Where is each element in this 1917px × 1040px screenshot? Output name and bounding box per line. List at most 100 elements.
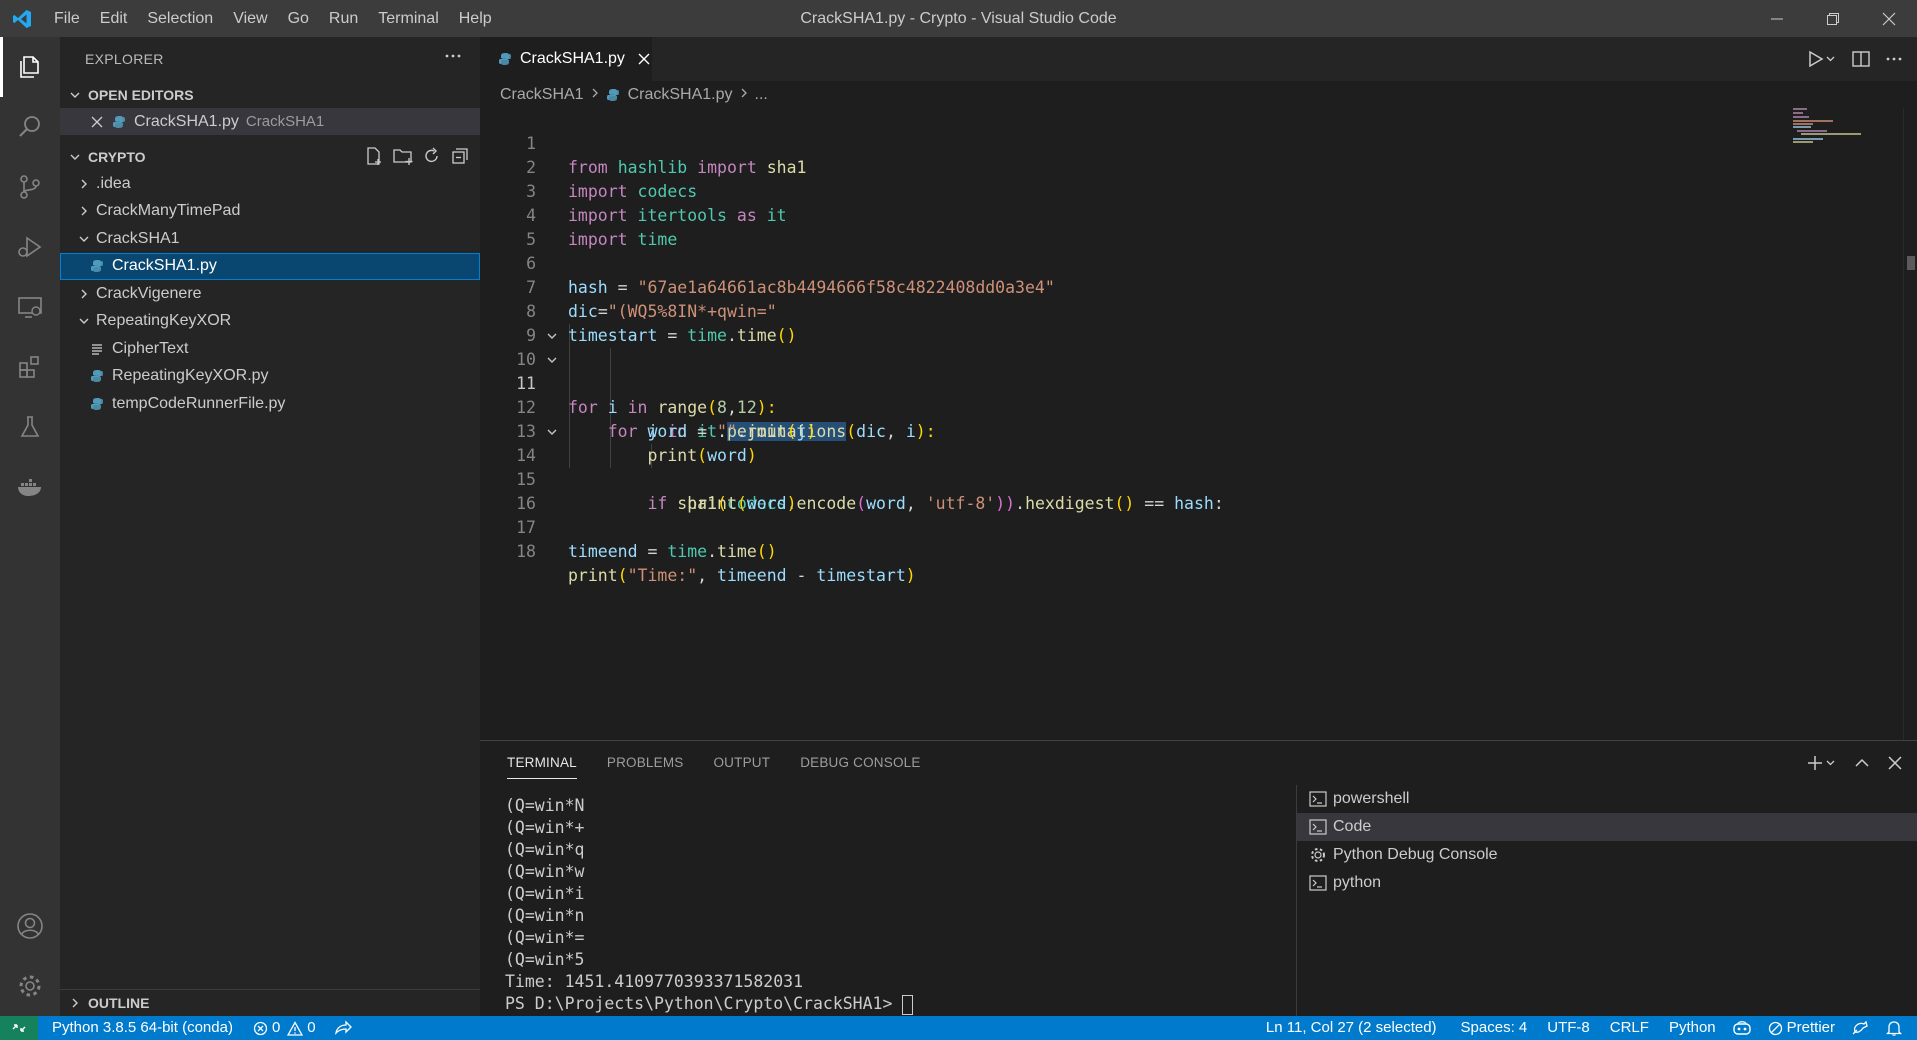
token: print	[568, 566, 618, 585]
activity-source-control[interactable]	[0, 157, 60, 217]
tree-file-repeatingkeyxor-py[interactable]: RepeatingKeyXOR.py	[60, 363, 480, 391]
activity-testing[interactable]	[0, 397, 60, 457]
live-share-icon	[334, 1020, 352, 1035]
tree-file-cracksha1-py[interactable]: CrackSHA1.py	[60, 252, 480, 280]
tab-output[interactable]: OUTPUT	[713, 741, 770, 785]
collapse-all-icon[interactable]	[450, 146, 470, 169]
more-actions-icon[interactable]	[444, 47, 462, 68]
close-icon[interactable]	[90, 115, 104, 129]
tree-folder-crackvigenere[interactable]: CrackVigenere	[60, 280, 480, 308]
line-number: 18	[516, 542, 536, 561]
terminal-prompt: PS D:\Projects\Python\Crypto\CrackSHA1>	[505, 994, 903, 1013]
menu-edit[interactable]: Edit	[90, 0, 138, 37]
breadcrumb-more[interactable]: ...	[755, 86, 768, 104]
activity-accounts[interactable]	[0, 896, 60, 956]
tab-terminal[interactable]: TERMINAL	[507, 741, 577, 785]
refresh-icon[interactable]	[422, 146, 442, 169]
code-editor[interactable]: 1 from hashlib import sha1 2 import code…	[480, 108, 1917, 740]
terminal-line: (Q=win*n	[505, 906, 585, 925]
activity-docker[interactable]	[0, 457, 60, 517]
account-icon	[17, 913, 43, 939]
cursor-position[interactable]: Ln 11, Col 27 (2 selected)	[1258, 1016, 1445, 1040]
terminal-line: (Q=win*q	[505, 840, 585, 859]
code-line: 3 import itertools as it	[480, 156, 1780, 225]
fold-chevron-icon[interactable]	[544, 324, 560, 348]
menu-go[interactable]: Go	[278, 0, 319, 37]
menu-file[interactable]: File	[44, 0, 90, 37]
outline-header[interactable]: OUTLINE	[60, 989, 480, 1016]
tree-label: RepeatingKeyXOR	[96, 312, 232, 330]
encoding[interactable]: UTF-8	[1535, 1016, 1598, 1040]
menu-view[interactable]: View	[223, 0, 277, 37]
split-editor-icon[interactable]	[1851, 49, 1871, 74]
minimap[interactable]	[1793, 108, 1903, 148]
menu-help[interactable]: Help	[449, 0, 502, 37]
fold-chevron-icon[interactable]	[544, 348, 560, 372]
tree-folder-repeatingkeyxor[interactable]: RepeatingKeyXOR	[60, 308, 480, 336]
new-folder-icon[interactable]	[392, 146, 414, 169]
close-panel-icon[interactable]	[1887, 755, 1903, 776]
run-file-icon[interactable]	[1807, 49, 1837, 74]
activity-run-debug[interactable]	[0, 217, 60, 277]
editor-tab-cracksha1[interactable]: CrackSHA1.py	[480, 37, 652, 81]
breadcrumb-folder[interactable]: CrackSHA1	[500, 86, 584, 104]
open-editor-item[interactable]: CrackSHA1.py CrackSHA1	[60, 108, 480, 135]
new-terminal-icon[interactable]	[1805, 753, 1837, 778]
tree-file-ciphertext[interactable]: CipherText	[60, 335, 480, 363]
end-of-line[interactable]: CRLF	[1598, 1016, 1657, 1040]
terminal-item-python-debug-console[interactable]: Python Debug Console	[1297, 841, 1917, 869]
code-line: 5	[480, 204, 1780, 249]
terminal-item-powershell[interactable]: powershell	[1297, 785, 1917, 813]
tree-folder-cracksha1[interactable]: CrackSHA1	[60, 225, 480, 253]
activity-extensions[interactable]	[0, 337, 60, 397]
live-share-button[interactable]	[324, 1016, 360, 1040]
tab-debug-console[interactable]: DEBUG CONSOLE	[800, 741, 920, 785]
copilot-button[interactable]	[1724, 1016, 1760, 1040]
token: )	[905, 566, 916, 585]
remote-indicator[interactable]	[0, 1016, 38, 1040]
close-tab-icon[interactable]	[637, 52, 651, 66]
close-window-button[interactable]	[1861, 0, 1917, 37]
terminal-output[interactable]: (Q=win*N (Q=win*+ (Q=win*q (Q=win*w (Q=w…	[505, 795, 1265, 1015]
activity-explorer[interactable]	[0, 37, 60, 97]
restore-button[interactable]	[1805, 0, 1861, 37]
menu-run[interactable]: Run	[319, 0, 368, 37]
editor-scrollbar[interactable]	[1903, 108, 1917, 740]
tree-label: CrackSHA1.py	[112, 257, 217, 275]
notifications-button[interactable]	[1877, 1016, 1911, 1040]
open-editors-header[interactable]: OPEN EDITORS	[60, 81, 480, 108]
maximize-panel-icon[interactable]	[1853, 754, 1871, 777]
tree-folder-crackmanytimepad[interactable]: CrackManyTimePad	[60, 198, 480, 226]
problems-status[interactable]: 0 0	[241, 1016, 324, 1040]
close-icon	[1882, 12, 1896, 25]
terminal-icon	[1309, 875, 1327, 891]
prohibited-icon	[1768, 1021, 1782, 1035]
open-editor-name: CrackSHA1.py	[134, 112, 239, 130]
python-file-icon	[90, 369, 104, 383]
terminal-item-python[interactable]: python	[1297, 869, 1917, 897]
activity-search[interactable]	[0, 97, 60, 157]
feedback-icon	[1852, 1020, 1868, 1035]
breadcrumb-file[interactable]: CrackSHA1.py	[628, 86, 733, 104]
indentation[interactable]: Spaces: 4	[1445, 1016, 1536, 1040]
tab-problems[interactable]: PROBLEMS	[607, 741, 684, 785]
tree-folder-idea[interactable]: .idea	[60, 170, 480, 198]
breadcrumb: CrackSHA1 CrackSHA1.py ...	[480, 81, 1917, 108]
menu-selection[interactable]: Selection	[137, 0, 223, 37]
terminal-item-code[interactable]: Code	[1297, 813, 1917, 841]
menu-terminal[interactable]: Terminal	[368, 0, 448, 37]
new-file-icon[interactable]	[364, 146, 384, 169]
python-interpreter[interactable]: Python 3.8.5 64-bit (conda)	[38, 1016, 241, 1040]
language-mode[interactable]: Python	[1657, 1016, 1724, 1040]
activity-manage[interactable]	[0, 956, 60, 1016]
prettier-status[interactable]: Prettier	[1760, 1016, 1843, 1040]
fold-chevron-icon[interactable]	[544, 420, 560, 444]
feedback-button[interactable]	[1843, 1016, 1877, 1040]
tree-file-tempcoderunnerfile-py[interactable]: tempCodeRunnerFile.py	[60, 390, 480, 418]
chevron-down-icon	[76, 315, 92, 327]
minimize-button[interactable]	[1749, 0, 1805, 37]
crypto-folder-header[interactable]: CRYPTO	[60, 143, 480, 170]
more-actions-icon[interactable]	[1885, 50, 1903, 73]
warning-icon	[287, 1020, 304, 1036]
activity-remote-explorer[interactable]	[0, 277, 60, 337]
